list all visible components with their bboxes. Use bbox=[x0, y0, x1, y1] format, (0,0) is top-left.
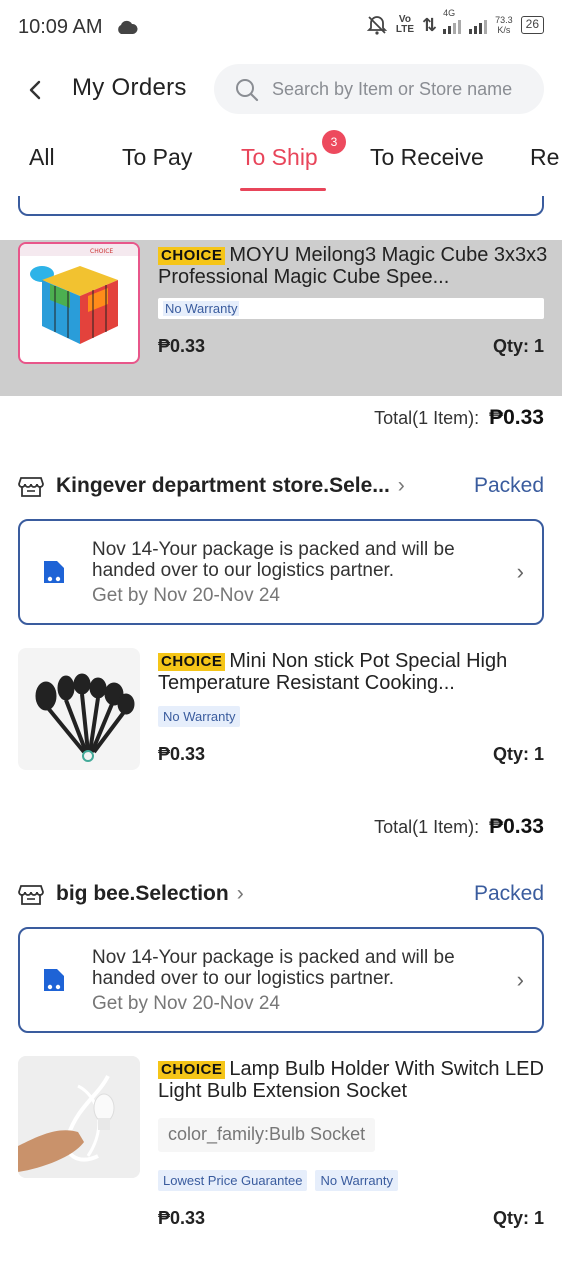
mute-bell-icon bbox=[366, 16, 388, 35]
order-item[interactable]: CHOICE Lamp Bulb Holder With Switch LED L… bbox=[0, 1054, 562, 1244]
tab-all[interactable]: All bbox=[29, 144, 55, 171]
store-name-text: big bee.Selection bbox=[56, 882, 229, 905]
no-warranty-tag: No Warranty bbox=[315, 1170, 398, 1191]
bulb-socket-image bbox=[18, 1056, 140, 1178]
package-eta: Get by Nov 20-Nov 24 bbox=[92, 585, 280, 606]
total-value: ₱0.33 bbox=[489, 815, 544, 838]
volte-bottom: LTE bbox=[395, 24, 415, 35]
chevron-right-icon: › bbox=[516, 559, 524, 584]
store-header: big bee.Selection › Packed bbox=[18, 878, 544, 912]
search-placeholder: Search by Item or Store name bbox=[272, 79, 513, 99]
item-qty: Qty: 1 bbox=[492, 336, 544, 356]
status-bar: 10:09 AM Vo LTE ⇅ 4G 73.3 K/s 26 bbox=[0, 0, 562, 58]
cloud-icon bbox=[118, 20, 138, 34]
store-icon bbox=[18, 477, 44, 497]
store-name-text: Kingever department store.Sele... bbox=[56, 474, 390, 497]
order-item[interactable]: CHOICE CHOICE MOYU Meilong3 Magic Cube 3x… bbox=[0, 240, 562, 396]
order-status: Packed bbox=[473, 474, 544, 497]
choice-badge: CHOICE bbox=[158, 1061, 226, 1079]
back-arrow-icon[interactable] bbox=[22, 76, 50, 104]
variant-selector[interactable]: color_family:Bulb Socket bbox=[158, 1118, 376, 1152]
store-icon bbox=[18, 885, 44, 905]
order-status: Packed bbox=[473, 882, 544, 905]
status-time: 10:09 AM bbox=[18, 16, 103, 38]
signal-icon-2 bbox=[469, 16, 488, 34]
product-image bbox=[18, 1056, 140, 1178]
speed-value: 73.3 bbox=[495, 15, 513, 25]
tab-badge: 3 bbox=[322, 130, 346, 154]
rubiks-cube-image: CHOICE bbox=[20, 244, 138, 344]
kitchen-utensils-image bbox=[35, 673, 135, 762]
choice-badge: CHOICE bbox=[158, 247, 226, 265]
store-header: Kingever department store.Sele... › Packe… bbox=[18, 470, 544, 504]
package-eta: Get by Nov 20-Nov 24 bbox=[92, 993, 280, 1014]
page-title: My Orders bbox=[72, 74, 187, 101]
tab-review[interactable]: Re bbox=[530, 144, 559, 171]
net-speed: 73.3 K/s bbox=[495, 15, 513, 35]
tab-to-pay[interactable]: To Pay bbox=[122, 144, 192, 171]
item-price: ₱0.33 bbox=[158, 336, 206, 356]
total-value: ₱0.33 bbox=[489, 406, 544, 429]
svg-text:CHOICE: CHOICE bbox=[90, 248, 113, 255]
item-price: ₱0.33 bbox=[158, 1208, 206, 1228]
package-status-box[interactable]: Nov 14-Your package is packed and will b… bbox=[18, 519, 544, 625]
chevron-right-icon: › bbox=[516, 967, 524, 992]
tab-to-ship[interactable]: To Ship bbox=[241, 144, 318, 171]
order-total: Total(1 Item): ₱0.33 bbox=[374, 406, 544, 430]
header: My Orders Search by Item or Store name bbox=[0, 60, 562, 120]
choice-badge: CHOICE bbox=[158, 653, 226, 671]
store-name[interactable]: Kingever department store.Sele... › bbox=[56, 474, 405, 498]
package-truck-icon bbox=[44, 561, 64, 583]
item-qty: Qty: 1 bbox=[492, 744, 544, 764]
no-warranty-tag: No Warranty bbox=[158, 706, 241, 727]
product-title[interactable]: CHOICE Lamp Bulb Holder With Switch LED L… bbox=[158, 1058, 548, 1104]
total-label: Total(1 Item): bbox=[374, 817, 480, 837]
package-status-box[interactable]: Nov 14-Your package is packed and will b… bbox=[18, 927, 544, 1033]
tag-row: No Warranty bbox=[158, 298, 544, 319]
package-message: Nov 14-Your package is packed and will b… bbox=[92, 539, 455, 581]
item-price: ₱0.33 bbox=[158, 744, 206, 764]
item-qty: Qty: 1 bbox=[492, 1208, 544, 1228]
speed-unit: K/s bbox=[497, 25, 511, 35]
store-name[interactable]: big bee.Selection › bbox=[56, 882, 244, 906]
package-truck-icon bbox=[44, 969, 64, 991]
tag-row: No Warranty bbox=[158, 706, 241, 727]
no-warranty-tag: No Warranty bbox=[158, 298, 544, 319]
battery-icon: 26 bbox=[520, 16, 544, 34]
tag-text: No Warranty bbox=[163, 301, 240, 316]
chevron-right-icon: › bbox=[236, 882, 244, 905]
tag-row: Lowest Price Guarantee No Warranty bbox=[158, 1170, 398, 1191]
chevron-right-icon: › bbox=[397, 474, 405, 497]
lowest-price-tag: Lowest Price Guarantee bbox=[158, 1170, 308, 1191]
signal-group: 4G bbox=[443, 8, 462, 34]
order-tabs: All To Pay To Ship 3 To Receive Re bbox=[0, 126, 562, 196]
package-message: Nov 14-Your package is packed and will b… bbox=[92, 947, 455, 989]
search-input[interactable]: Search by Item or Store name bbox=[214, 64, 544, 114]
active-tab-indicator bbox=[240, 188, 326, 191]
volte-indicator: Vo LTE bbox=[396, 15, 414, 35]
network-type: 4G bbox=[443, 8, 456, 18]
product-image bbox=[18, 648, 140, 770]
data-arrows-icon: ⇅ bbox=[422, 14, 437, 35]
product-image: CHOICE bbox=[18, 242, 140, 364]
order-total: Total(1 Item): ₱0.33 bbox=[374, 815, 544, 839]
search-icon bbox=[236, 79, 259, 102]
total-label: Total(1 Item): bbox=[374, 408, 480, 428]
product-title[interactable]: CHOICE MOYU Meilong3 Magic Cube 3x3x3 Pro… bbox=[158, 244, 548, 288]
tab-to-receive[interactable]: To Receive bbox=[370, 144, 484, 171]
signal-icon bbox=[443, 16, 462, 34]
product-title[interactable]: CHOICE Mini Non stick Pot Special High Te… bbox=[158, 650, 548, 694]
order-item[interactable]: CHOICE Mini Non stick Pot Special High Te… bbox=[0, 646, 562, 776]
status-icons: Vo LTE ⇅ 4G 73.3 K/s 26 bbox=[366, 8, 544, 36]
